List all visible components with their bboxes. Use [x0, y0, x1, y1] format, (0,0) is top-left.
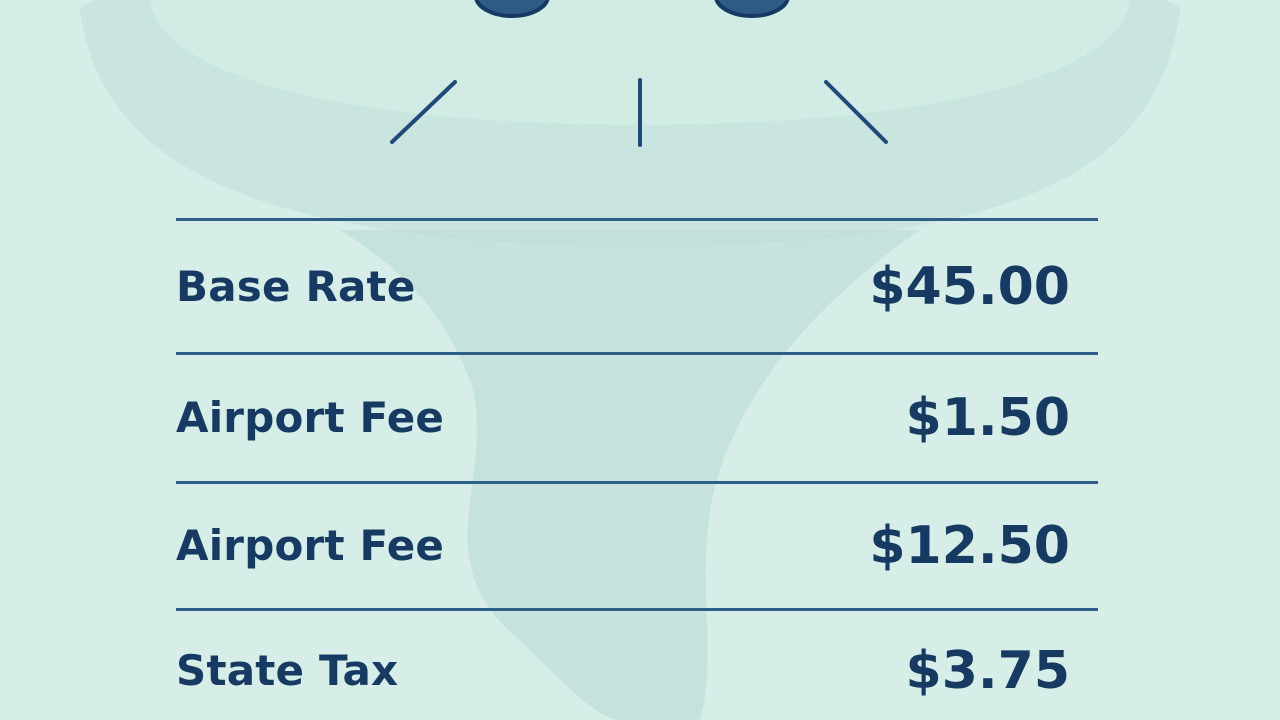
fee-label: Airport Fee	[176, 393, 445, 442]
fee-row: Base Rate $45.00	[176, 221, 1098, 352]
fee-label: Base Rate	[176, 261, 416, 311]
fee-amount: $45.00	[869, 256, 1070, 317]
fee-row: Airport Fee $12.50	[176, 484, 1098, 608]
fee-row: State Tax $3.75	[176, 611, 1098, 720]
fee-amount: $12.50	[869, 516, 1070, 576]
fee-row: Airport Fee $1.50	[176, 355, 1098, 481]
fee-amount: $3.75	[905, 641, 1070, 701]
fee-label: Airport Fee	[176, 521, 445, 570]
receipt-illustration: Base Rate $45.00 Airport Fee $1.50 Airpo…	[0, 0, 1280, 720]
fee-table: Base Rate $45.00 Airport Fee $1.50 Airpo…	[176, 218, 1098, 720]
fee-label: State Tax	[176, 646, 399, 695]
fee-amount: $1.50	[905, 388, 1070, 448]
